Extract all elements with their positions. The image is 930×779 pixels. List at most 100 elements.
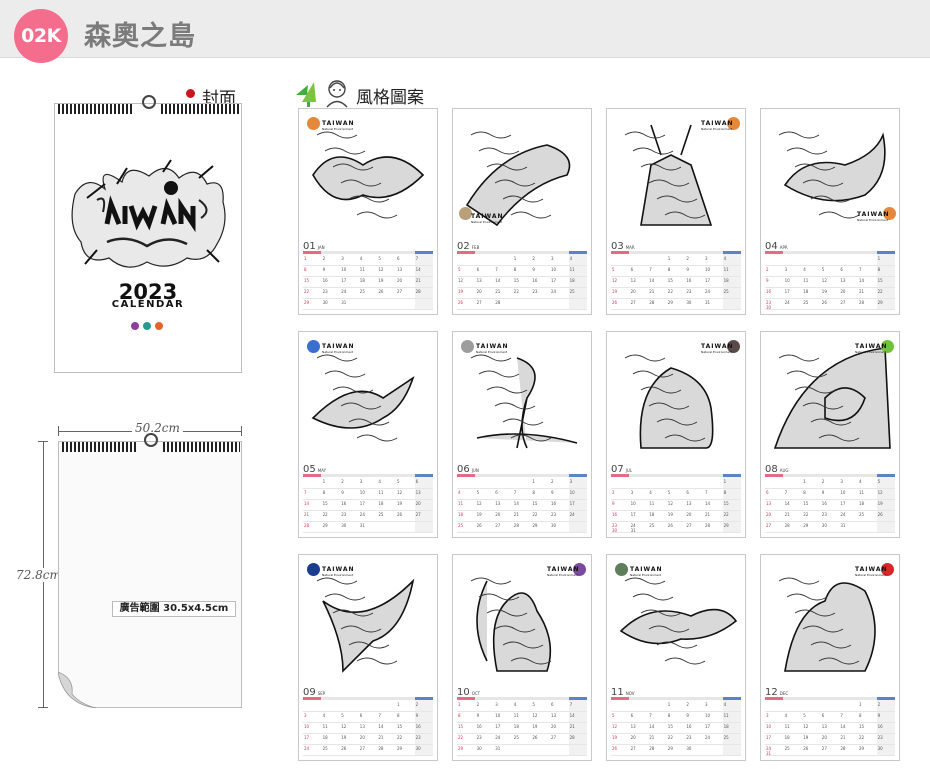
day-cell: 2: [612, 490, 615, 495]
day-cell: 12: [458, 278, 464, 283]
day-cell: 25: [784, 746, 790, 751]
day-cell: 4: [723, 702, 727, 707]
month-seal-icon: [307, 563, 320, 576]
month-card-mar[interactable]: TAIWAN Natural Environment 03 MAR 1 2 3 4 5 6 7 8 9 1…: [606, 108, 746, 315]
day-cell: 29: [304, 300, 310, 305]
day-cell: 21: [415, 278, 421, 283]
day-cell: 6: [495, 490, 498, 495]
cover-subtitle: CALENDAR: [111, 299, 185, 310]
day-cell: 1: [397, 702, 400, 707]
month-card-jul[interactable]: TAIWAN Natural Environment 07 JUL 1 2 3 4 5 6 7 8 9 1…: [606, 331, 746, 538]
day-cell: 6: [359, 713, 363, 718]
month-card-dec[interactable]: TAIWAN Natural Environment 12 DEC 1 2 3 4 5 6 7 8 9 1…: [760, 554, 900, 761]
day-cell: 23: [322, 289, 328, 294]
month-card-nov[interactable]: TAIWAN Natural Environment 11 NOV 1 2 3 4 5 6 7 8 9 1…: [606, 554, 746, 761]
month-logo: TAIWAN Natural Environment: [547, 566, 580, 577]
day-cell: 24: [304, 746, 310, 751]
day-cell: 4: [359, 256, 363, 261]
day-cell: 22: [877, 289, 883, 294]
day-cell: 19: [532, 724, 538, 729]
day-cell: 10: [551, 267, 557, 272]
day-cell: 26: [612, 300, 618, 305]
month-logo: TAIWAN Natural Environment: [630, 566, 663, 577]
day-cell: 5: [612, 267, 615, 272]
day-cell: 11: [723, 267, 729, 272]
month-logo: TAIWAN Natural Environment: [857, 211, 890, 222]
day-cell: 27: [359, 746, 365, 751]
day-cell: 15: [532, 501, 538, 506]
day-cell: 7: [840, 713, 843, 718]
month-day-grid: 1 2 3 4 5 6 7 8 9 10 11 12 13 14 15 16 17 18 19 20 21 22 23 24 2…: [765, 251, 895, 310]
month-abbr: APR: [779, 245, 788, 250]
day-cell: 30: [322, 300, 328, 305]
day-cell: 15: [513, 278, 519, 283]
day-cell: 17: [840, 501, 846, 506]
day-cell: 31: [705, 300, 711, 305]
day-cell: 1: [667, 256, 671, 261]
day-cell: 1: [667, 702, 671, 707]
day-cell: 14: [649, 278, 655, 283]
day-cell: 28: [784, 523, 790, 528]
month-logo-sub: Natural Environment: [322, 350, 354, 354]
brand-badge[interactable]: 02K: [14, 9, 68, 63]
day-cell: 20: [821, 735, 827, 740]
day-cell: 5: [397, 479, 400, 484]
day-cell: 16: [877, 724, 883, 729]
day-cell: 12: [378, 267, 384, 272]
day-cell: 11: [378, 490, 384, 495]
cover-color-dots: [131, 315, 171, 330]
day-cell: 6: [630, 267, 634, 272]
day-cell: 7: [495, 267, 498, 272]
day-cell: 16: [612, 512, 618, 517]
month-card-jun[interactable]: TAIWAN Natural Environment 06 JUN 1 2 3 4 5 6 7 8 9 1…: [452, 331, 592, 538]
day-cell: 14: [784, 501, 790, 506]
day-cell: 18: [723, 278, 729, 283]
day-cell: 13: [476, 278, 482, 283]
month-illustration: [312, 131, 425, 219]
day-cell: 31: [766, 751, 772, 756]
month-card-aug[interactable]: TAIWAN Natural Environment 08 AUG 1 2 3 4 5 6 7 8 9 1…: [760, 331, 900, 538]
month-day-grid: 1 2 3 4 5 6 7 8 9 10 11 12 13 14 15 16 17 18 19 20 21 22 23 24 2…: [303, 251, 433, 310]
day-cell: 12: [341, 724, 347, 729]
month-card-oct[interactable]: TAIWAN Natural Environment 10 OCT 1 2 3 4 5 6 7 8 9 1…: [452, 554, 592, 761]
month-day-grid: 1 2 3 4 5 6 7 8 9 10 11 12 13 14 15 16 17 18 19 20 21 22 23 24 2…: [611, 697, 741, 756]
month-card-feb[interactable]: TAIWAN Natural Environment 02 FEB 1 2 3 4 5 6 7 8 9 1…: [452, 108, 592, 315]
month-card-may[interactable]: TAIWAN Natural Environment 05 MAY 1 2 3 4 5 6 7 8 9 1…: [298, 331, 438, 538]
day-cell: 2: [322, 256, 326, 261]
month-card-sep[interactable]: TAIWAN Natural Environment 09 SEP 1 2 3 4 5 6 7 8 9 1…: [298, 554, 438, 761]
cover-calendar[interactable]: 2023 CALENDAR: [54, 95, 242, 373]
width-label: 50.2cm: [132, 421, 183, 435]
day-cell: 31: [630, 528, 636, 533]
day-cell: 3: [705, 256, 708, 261]
day-cell: 9: [322, 267, 326, 272]
day-cell: 16: [686, 278, 692, 283]
day-cell: 27: [766, 523, 772, 528]
day-cell: 25: [649, 523, 655, 528]
day-cell: 18: [322, 735, 328, 740]
day-cell: 17: [341, 278, 347, 283]
month-seal-icon: [307, 117, 320, 130]
month-logo-sub: Natural Environment: [471, 220, 503, 224]
day-cell: 15: [859, 724, 865, 729]
day-cell: 30: [686, 300, 692, 305]
brand-title: 森奧之島: [84, 21, 196, 52]
month-card-apr[interactable]: TAIWAN Natural Environment 04 APR 1 2 3 4 5 6 7 8 9 1…: [760, 108, 900, 315]
day-cell: 27: [686, 523, 692, 528]
cover-dot: [155, 322, 163, 330]
day-cell: 21: [784, 512, 790, 517]
day-cell: 13: [630, 278, 636, 283]
month-card-jan[interactable]: TAIWAN Natural Environment 01 JAN 1 2 3 4 5 6 7 8 9 1…: [298, 108, 438, 315]
day-cell: 7: [513, 490, 517, 495]
day-cell: 11: [513, 713, 519, 718]
day-cell: 22: [322, 512, 328, 517]
day-cell: 6: [476, 267, 480, 272]
month-logo-sub: Natural Environment: [855, 350, 887, 354]
day-cell: 29: [532, 523, 538, 528]
day-cell: 8: [667, 267, 671, 272]
day-cell: 13: [630, 724, 636, 729]
day-cell: 11: [859, 490, 865, 495]
day-cell: 26: [378, 289, 384, 294]
day-cell: 27: [397, 289, 403, 294]
day-cell: 9: [532, 267, 535, 272]
day-cell: 23: [686, 735, 692, 740]
